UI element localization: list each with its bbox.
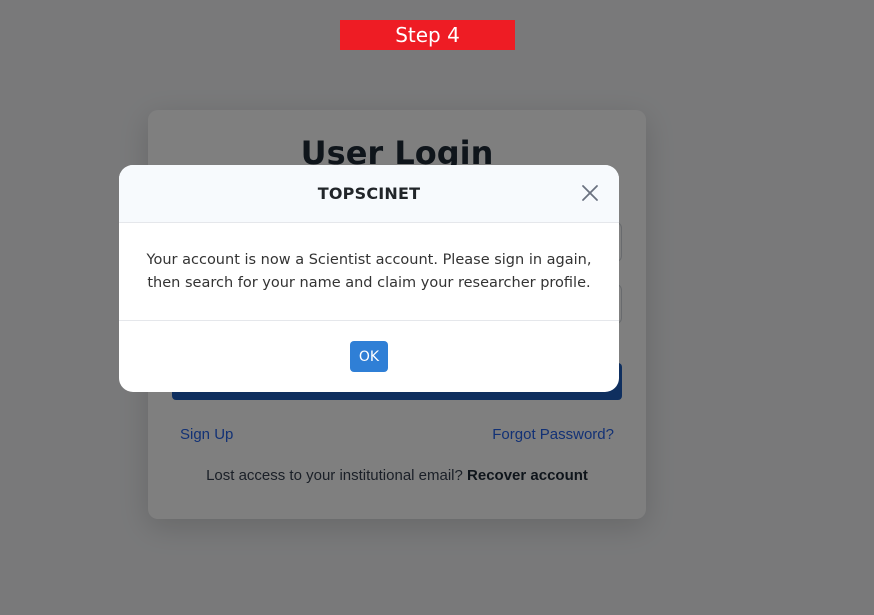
dialog-body: Your account is now a Scientist account.… [119,223,619,321]
step-banner-label: Step 4 [395,23,460,47]
alert-dialog: TOPSCINET Your account is now a Scientis… [119,165,619,392]
close-icon[interactable] [579,182,601,204]
dialog-message: Your account is now a Scientist account.… [146,251,592,291]
ok-button[interactable]: OK [350,341,388,372]
dialog-header: TOPSCINET [119,165,619,223]
dialog-title: TOPSCINET [317,184,421,203]
step-banner: Step 4 [340,20,515,50]
